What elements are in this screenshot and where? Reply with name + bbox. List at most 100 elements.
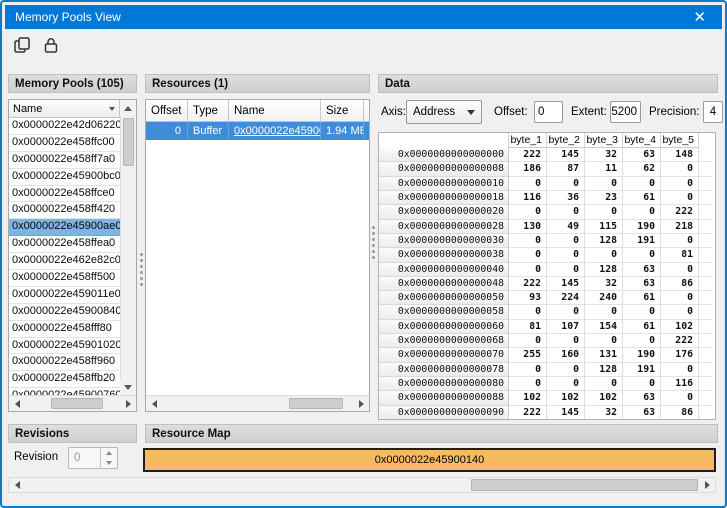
data-cell[interactable]: 128: [585, 363, 623, 377]
data-row-address[interactable]: 0x0000000000000058: [379, 305, 509, 319]
data-row-address[interactable]: 0x0000000000000088: [379, 391, 509, 405]
data-cell[interactable]: 32: [585, 277, 623, 291]
data-cell[interactable]: 81: [509, 320, 547, 334]
data-cell[interactable]: 36: [547, 191, 585, 205]
data-row-address[interactable]: 0x0000000000000010: [379, 177, 509, 191]
scroll-right-icon[interactable]: [353, 396, 369, 411]
data-cell[interactable]: 145: [547, 148, 585, 162]
extent-input[interactable]: 2035200: [610, 101, 641, 123]
data-cell[interactable]: 102: [547, 391, 585, 405]
data-row-address[interactable]: 0x0000000000000000: [379, 148, 509, 162]
data-row-address[interactable]: 0x0000000000000090: [379, 406, 509, 420]
pool-list-item[interactable]: 0x0000022e458ff500: [9, 270, 120, 287]
pool-list-item[interactable]: 0x0000022e458ffea0: [9, 236, 120, 253]
data-cell[interactable]: 62: [623, 162, 661, 176]
data-cell[interactable]: 255: [509, 348, 547, 362]
data-cell[interactable]: 0: [661, 263, 699, 277]
data-cell[interactable]: 0: [547, 177, 585, 191]
data-cell[interactable]: 0: [509, 205, 547, 219]
data-cell[interactable]: 0: [509, 177, 547, 191]
data-cell[interactable]: 63: [623, 391, 661, 405]
pool-list-item[interactable]: 0x0000022e462e82c0: [9, 253, 120, 270]
resource-map-bar[interactable]: 0x0000022e45900140: [143, 448, 716, 472]
pool-list-item[interactable]: 0x0000022e458ffb20: [9, 371, 120, 388]
data-cell[interactable]: 222: [509, 406, 547, 420]
scroll-right-icon[interactable]: [120, 396, 136, 411]
data-column-header[interactable]: byte_3: [585, 133, 623, 148]
column-header-clipped[interactable]: C: [364, 100, 369, 121]
data-cell[interactable]: 0: [661, 391, 699, 405]
data-cell[interactable]: 222: [661, 205, 699, 219]
data-row-address[interactable]: 0x0000000000000030: [379, 234, 509, 248]
precision-input[interactable]: 4: [703, 101, 723, 123]
data-cell[interactable]: 0: [509, 263, 547, 277]
data-cell[interactable]: 63: [623, 148, 661, 162]
data-column-header[interactable]: byte_4: [623, 133, 661, 148]
data-cell[interactable]: 0: [509, 334, 547, 348]
data-cell[interactable]: 0: [585, 177, 623, 191]
data-row-address[interactable]: 0x0000000000000078: [379, 363, 509, 377]
data-cell[interactable]: 0: [585, 248, 623, 262]
bottom-scroll-thumb[interactable]: [471, 479, 698, 491]
revision-stepper[interactable]: 0: [68, 447, 118, 469]
pool-list-item[interactable]: 0x0000022e458fff80: [9, 321, 120, 338]
data-column-header[interactable]: byte_5: [661, 133, 699, 148]
column-header-type[interactable]: Type: [188, 100, 229, 121]
data-cell[interactable]: 145: [547, 277, 585, 291]
pool-list-item[interactable]: 0x0000022e45900bc0: [9, 169, 120, 186]
data-cell[interactable]: 0: [623, 334, 661, 348]
offset-input[interactable]: 0: [534, 101, 563, 123]
data-cell[interactable]: 0: [585, 377, 623, 391]
column-header-size[interactable]: Size: [321, 100, 364, 121]
pools-horizontal-scrollbar[interactable]: [9, 395, 136, 411]
data-row-address[interactable]: 0x0000000000000028: [379, 220, 509, 234]
data-row-address[interactable]: 0x0000000000000050: [379, 291, 509, 305]
revision-spin-buttons[interactable]: [100, 448, 117, 468]
data-row-address[interactable]: 0x0000000000000080: [379, 377, 509, 391]
data-row-address[interactable]: 0x0000000000000070: [379, 348, 509, 362]
pool-list-item[interactable]: 0x0000022e458ff7a0: [9, 152, 120, 169]
data-cell[interactable]: 116: [661, 377, 699, 391]
data-cell[interactable]: 130: [509, 220, 547, 234]
data-cell[interactable]: 93: [509, 291, 547, 305]
data-cell[interactable]: 102: [509, 391, 547, 405]
data-cell[interactable]: 222: [661, 334, 699, 348]
close-icon[interactable]: ✕: [687, 10, 712, 25]
data-cell[interactable]: 49: [547, 220, 585, 234]
data-row-address[interactable]: 0x0000000000000038: [379, 248, 509, 262]
data-cell[interactable]: 61: [623, 191, 661, 205]
bottom-horizontal-scrollbar[interactable]: [8, 477, 716, 493]
data-cell[interactable]: 23: [585, 191, 623, 205]
data-cell[interactable]: 0: [623, 248, 661, 262]
scroll-left-icon[interactable]: [146, 396, 162, 411]
data-cell[interactable]: 63: [623, 277, 661, 291]
scroll-down-icon[interactable]: [120, 379, 136, 395]
data-row-address[interactable]: 0x0000000000000008: [379, 162, 509, 176]
scroll-up-icon[interactable]: [120, 100, 136, 116]
splitter-handle[interactable]: [369, 226, 377, 272]
spin-down-icon[interactable]: [101, 458, 117, 468]
data-row-address[interactable]: 0x0000000000000068: [379, 334, 509, 348]
data-cell[interactable]: 0: [547, 377, 585, 391]
resource-row[interactable]: 0 Buffer 0x0000022e45900140 ↗ 1.94 MB: [146, 122, 369, 140]
data-cell[interactable]: 86: [661, 406, 699, 420]
data-cell[interactable]: 0: [547, 234, 585, 248]
resources-hscroll-thumb[interactable]: [289, 398, 343, 409]
pools-vertical-scrollbar[interactable]: [120, 100, 136, 395]
copy-icon[interactable]: [12, 35, 32, 55]
title-bar[interactable]: Memory Pools View ✕: [5, 5, 722, 29]
data-cell[interactable]: 191: [623, 363, 661, 377]
data-cell[interactable]: 0: [547, 248, 585, 262]
data-cell[interactable]: 218: [661, 220, 699, 234]
resources-horizontal-scrollbar[interactable]: [146, 395, 369, 411]
pools-name-column-header[interactable]: Name: [9, 100, 120, 118]
data-cell[interactable]: 81: [661, 248, 699, 262]
pool-list-item[interactable]: 0x0000022e45900760: [9, 388, 120, 395]
data-cell[interactable]: 0: [547, 263, 585, 277]
data-cell[interactable]: 190: [623, 220, 661, 234]
data-cell[interactable]: 240: [585, 291, 623, 305]
data-row-address[interactable]: 0x0000000000000018: [379, 191, 509, 205]
data-cell[interactable]: 0: [509, 305, 547, 319]
column-header-offset[interactable]: Offset: [146, 100, 188, 121]
data-cell[interactable]: 0: [661, 305, 699, 319]
